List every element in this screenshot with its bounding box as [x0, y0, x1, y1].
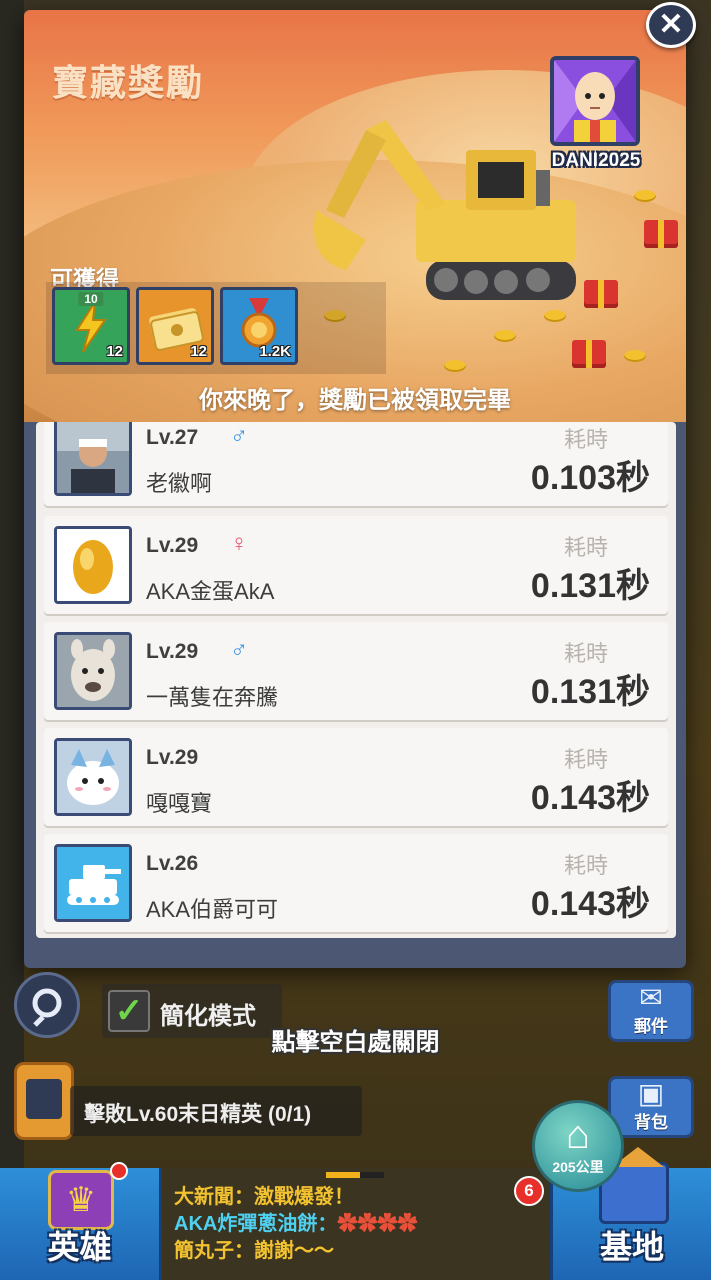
coin: [444, 360, 466, 372]
reward-energy-item[interactable]: 10 12: [52, 287, 130, 365]
photo-man-avatar-icon: [57, 422, 129, 493]
player-avatar: [54, 632, 132, 710]
coin: [634, 190, 656, 202]
tap-to-close-hint: 點擊空白處關閉: [271, 1029, 440, 1056]
base-label: 基地: [599, 1229, 664, 1265]
news-line: 大新聞：激戰爆發！: [174, 1186, 354, 1208]
magnifier-icon: [32, 988, 62, 1027]
close-icon[interactable]: ✕: [646, 2, 696, 48]
reward-badge: 10: [78, 292, 104, 306]
quest-device-icon[interactable]: [14, 1062, 74, 1140]
home-distance: 205公里: [552, 1159, 604, 1175]
player-name: 老徽啊: [146, 471, 213, 496]
player-avatar: [54, 844, 132, 922]
news-line-text: AKA炸彈蔥油餅：: [174, 1213, 338, 1235]
base-notification-badge: 6: [514, 1176, 544, 1206]
coin: [494, 330, 516, 342]
list-item[interactable]: Lv.29 嘎嘎寶 耗時 0.143秒: [44, 728, 668, 826]
plush-toy-avatar-icon: [57, 741, 129, 813]
mail-label: 郵件: [634, 1017, 668, 1036]
golden-egg-avatar-icon: [57, 529, 129, 601]
owner-avatar[interactable]: [550, 56, 640, 146]
tank-avatar-icon: [57, 847, 129, 919]
list-item[interactable]: Lv.29 ♂ 一萬隻在奔騰 耗時 0.131秒: [44, 622, 668, 720]
news-line: AKA炸彈蔥油餅：✿✿✿✿: [174, 1211, 544, 1238]
female-gender-icon: ♀: [230, 530, 248, 557]
news-line: 簡丸子：謝謝～～: [174, 1240, 334, 1262]
home-return-button[interactable]: ⌂ 205公里: [532, 1100, 624, 1192]
player-avatar: [54, 422, 132, 496]
male-gender-icon: ♂: [230, 636, 248, 663]
list-item[interactable]: Lv.29 ♀ AKA金蛋AkA 耗時 0.131秒: [44, 516, 668, 614]
gift-box: [644, 220, 678, 248]
player-level: Lv.29: [146, 746, 199, 769]
modal-title: 寶藏獎勵: [52, 62, 205, 103]
quest-text: 擊敗Lv.60末日精英 (0/1): [84, 1103, 312, 1126]
crown-icon: ♛: [48, 1170, 114, 1230]
player-avatar: [54, 738, 132, 816]
coin: [624, 350, 646, 362]
elapsed-time: 0.103秒: [530, 459, 650, 497]
ranking-list[interactable]: Lv.27 ♂ 老徽啊 耗時 0.103秒 Lv.29 ♀ AKA金蛋AkA 耗…: [36, 422, 676, 938]
player-name: 嘎嘎寶: [146, 791, 213, 816]
player-name: AKA金蛋AkA: [146, 579, 275, 604]
elapsed-time: 0.143秒: [530, 779, 650, 817]
reward-medal-item[interactable]: 1.2K: [220, 287, 298, 365]
player-level: Lv.27: [146, 426, 199, 449]
elapsed-time: 0.131秒: [530, 567, 650, 605]
news-progress-indicator: [326, 1172, 384, 1178]
flower-emoji-icons: ✿✿✿✿: [337, 1213, 418, 1235]
hero-button[interactable]: ♛ 英雄: [0, 1162, 162, 1280]
reward-quantity: 1.2K: [259, 343, 291, 360]
player-avatar: [54, 526, 132, 604]
list-item[interactable]: Lv.27 ♂ 老徽啊 耗時 0.103秒: [44, 422, 668, 506]
envelope-icon: ✉: [639, 982, 663, 1013]
owner-name: DANI2025: [551, 150, 641, 171]
player-level: Lv.26: [146, 852, 199, 875]
male-gender-icon: ♂: [230, 422, 248, 449]
treasure-banner: 寶藏獎勵 DANI2025 可獲得 10 12 12 1.2K 你來晚了，獎勵已…: [24, 10, 686, 422]
notification-dot: [110, 1162, 128, 1180]
elapsed-time: 0.143秒: [530, 885, 650, 923]
reward-quantity: 12: [106, 343, 123, 360]
bald-hero-avatar-icon: [554, 60, 636, 142]
hero-label: 英雄: [47, 1229, 112, 1265]
news-ticker[interactable]: 大新聞：激戰爆發！ AKA炸彈蔥油餅：✿✿✿✿ 簡丸子：謝謝～～: [174, 1184, 544, 1265]
coin: [544, 310, 566, 322]
player-name: 一萬隻在奔騰: [146, 685, 279, 710]
gift-box: [584, 280, 618, 308]
mail-button[interactable]: ✉ 郵件: [608, 980, 694, 1042]
bag-label: 背包: [634, 1113, 668, 1132]
alpaca-avatar-icon: [57, 635, 129, 707]
player-level: Lv.29: [146, 640, 199, 663]
house-icon: ⌂: [565, 1113, 591, 1157]
elapsed-time: 0.131秒: [530, 673, 650, 711]
reward-quantity: 12: [190, 343, 207, 360]
backpack-icon: ▣: [637, 1078, 665, 1109]
player-name: AKA伯爵可可: [146, 897, 279, 922]
claimed-out-notice: 你來晚了，獎勵已被領取完畢: [199, 387, 511, 414]
player-level: Lv.29: [146, 534, 199, 557]
quest-tracker[interactable]: 擊敗Lv.60末日精英 (0/1): [70, 1086, 362, 1136]
gift-box: [572, 340, 606, 368]
reward-ticket-item[interactable]: 12: [136, 287, 214, 365]
list-item[interactable]: Lv.26 AKA伯爵可可 耗時 0.143秒: [44, 834, 668, 932]
